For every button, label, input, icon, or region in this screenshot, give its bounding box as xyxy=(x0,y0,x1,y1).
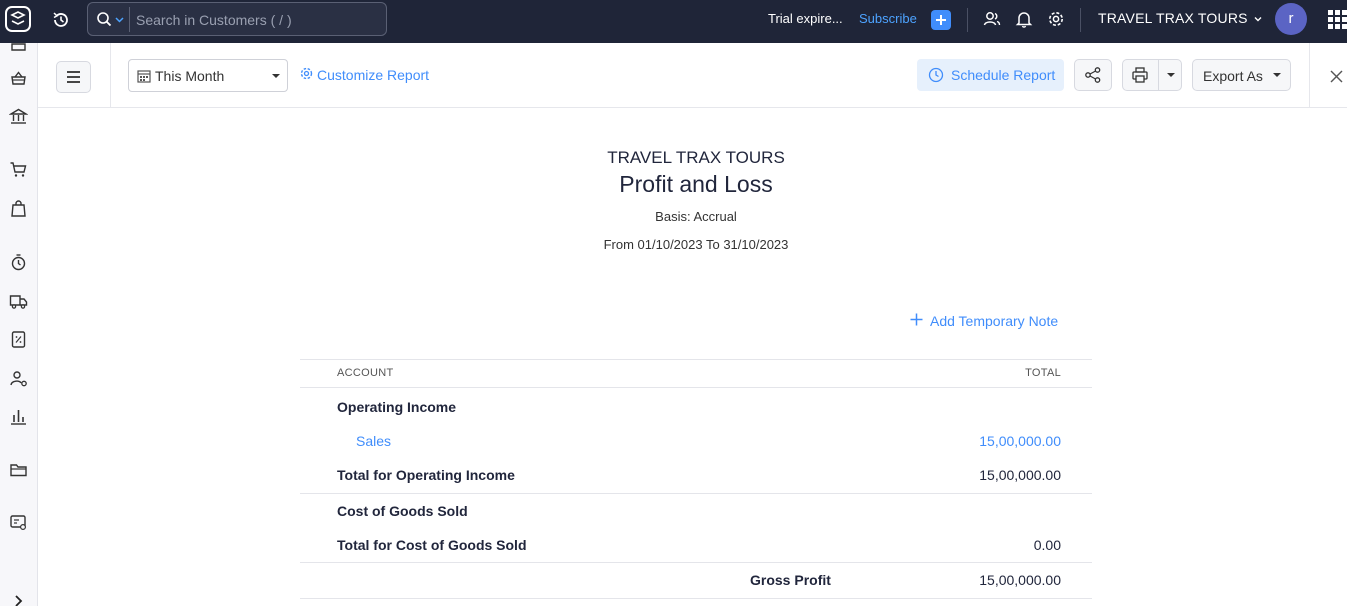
organization-name: TRAVEL TRAX TOURS xyxy=(1098,10,1248,26)
total-operating-income-value: 15,00,000.00 xyxy=(979,467,1061,483)
report-menu-button[interactable] xyxy=(56,61,91,93)
time-tracking-icon[interactable] xyxy=(9,253,28,272)
table-divider xyxy=(300,359,1092,360)
tax-icon[interactable] xyxy=(9,330,28,349)
topbar-divider xyxy=(967,8,968,32)
operating-income-heading: Operating Income xyxy=(337,399,457,415)
toolbar-divider xyxy=(110,43,111,107)
table-divider xyxy=(300,598,1092,599)
report-organization-name: TRAVEL TRAX TOURS xyxy=(607,148,785,167)
search-icon[interactable] xyxy=(96,11,112,27)
gear-icon xyxy=(300,67,313,80)
documents-folder-icon[interactable] xyxy=(9,460,28,479)
purchases-bag-icon[interactable] xyxy=(9,199,28,218)
global-search xyxy=(87,2,387,36)
hamburger-icon xyxy=(67,71,80,83)
apps-grid-icon[interactable] xyxy=(1328,10,1347,29)
contacts-icon[interactable] xyxy=(982,9,1002,29)
reports-icon[interactable] xyxy=(9,407,28,426)
schedule-report-label: Schedule Report xyxy=(951,67,1056,83)
items-icon[interactable] xyxy=(9,69,28,88)
total-cogs-label: Total for Cost of Goods Sold xyxy=(337,537,527,553)
left-sidebar xyxy=(0,43,38,606)
topbar-divider xyxy=(1080,8,1081,32)
print-split-divider xyxy=(1158,60,1159,90)
report-basis: Basis: Accrual xyxy=(655,209,737,224)
ewaybill-truck-icon[interactable] xyxy=(9,292,28,311)
report-title: Profit and Loss xyxy=(619,171,773,197)
cost-of-goods-sold-heading: Cost of Goods Sold xyxy=(337,503,468,519)
calendar-icon xyxy=(137,70,151,83)
recent-icon[interactable] xyxy=(51,10,71,30)
customize-report-label: Customize Report xyxy=(317,67,430,83)
top-navigation-bar: Trial expire... Subscribe TRAVEL TRAX TO… xyxy=(0,0,1347,43)
printer-icon xyxy=(1132,67,1148,83)
accountant-icon[interactable] xyxy=(9,369,28,388)
schedule-report-button[interactable]: Schedule Report xyxy=(917,59,1064,91)
toolbar-divider xyxy=(1309,43,1310,107)
share-icon xyxy=(1085,67,1101,83)
config-icon[interactable] xyxy=(9,513,28,532)
subscribe-link[interactable]: Subscribe xyxy=(859,11,917,26)
bell-icon[interactable] xyxy=(1014,9,1034,29)
gear-icon[interactable] xyxy=(1046,9,1066,29)
trial-status-text: Trial expire... xyxy=(768,11,843,26)
chevron-down-icon xyxy=(1254,17,1262,22)
search-input[interactable] xyxy=(136,7,376,32)
export-as-label: Export As xyxy=(1203,68,1263,84)
plus-icon xyxy=(910,313,923,326)
expand-chevron-icon[interactable] xyxy=(9,591,28,606)
app-logo-icon[interactable] xyxy=(4,5,32,33)
caret-down-icon[interactable] xyxy=(1167,73,1175,77)
total-operating-income-label: Total for Operating Income xyxy=(337,467,515,483)
date-range-dropdown[interactable]: This Month xyxy=(128,59,288,92)
share-button[interactable] xyxy=(1074,59,1112,91)
search-divider xyxy=(129,7,130,32)
gross-profit-label: Gross Profit xyxy=(750,572,831,588)
banking-icon[interactable] xyxy=(9,107,28,126)
column-header-total: TOTAL xyxy=(1025,367,1061,379)
sales-amount-link[interactable]: 15,00,000.00 xyxy=(979,433,1061,449)
print-button[interactable] xyxy=(1122,59,1182,91)
column-header-account: ACCOUNT xyxy=(337,367,394,379)
organization-switcher[interactable]: TRAVEL TRAX TOURS xyxy=(1098,10,1262,26)
sales-cart-icon[interactable] xyxy=(9,160,28,179)
items-icon[interactable] xyxy=(9,40,28,59)
report-toolbar: This Month Customize Report Schedule Rep… xyxy=(38,43,1347,108)
date-range-label: This Month xyxy=(155,68,225,84)
clock-icon xyxy=(928,67,944,83)
avatar[interactable]: r xyxy=(1275,3,1307,35)
chevron-down-icon[interactable] xyxy=(115,15,124,24)
table-divider xyxy=(300,562,1092,563)
table-divider xyxy=(300,387,1092,388)
table-divider xyxy=(300,493,1092,494)
caret-down-icon xyxy=(1273,73,1281,77)
sales-account-link[interactable]: Sales xyxy=(356,433,391,449)
report-date-range: From 01/10/2023 To 31/10/2023 xyxy=(603,237,789,252)
quick-create-plus-icon[interactable] xyxy=(931,10,951,30)
total-cogs-value: 0.00 xyxy=(1033,537,1061,553)
add-temporary-note-label: Add Temporary Note xyxy=(930,313,1059,329)
caret-down-icon xyxy=(272,74,280,78)
export-as-dropdown[interactable]: Export As xyxy=(1192,59,1291,91)
close-icon[interactable] xyxy=(1330,70,1343,83)
gross-profit-value: 15,00,000.00 xyxy=(979,572,1061,588)
